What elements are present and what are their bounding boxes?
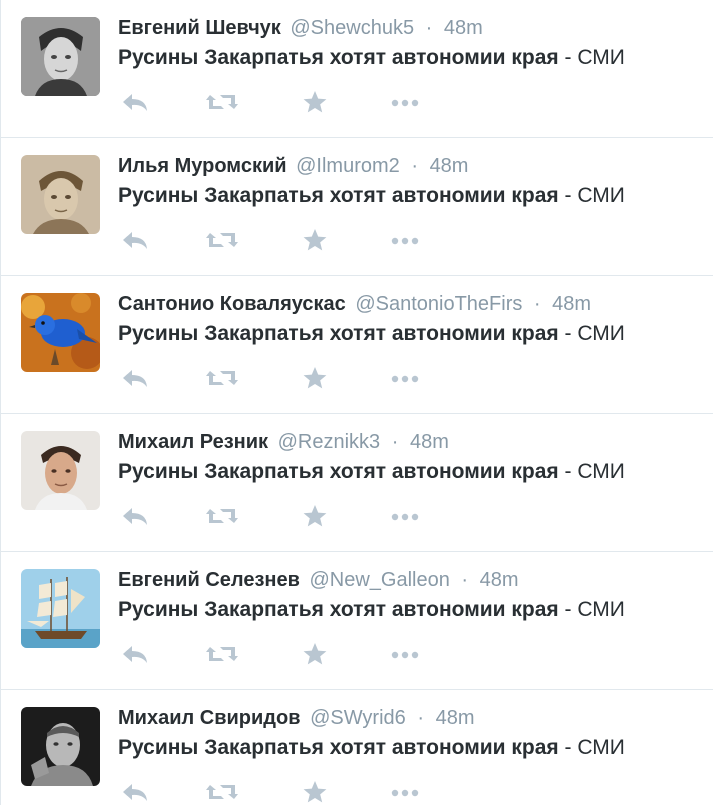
tweet-username[interactable]: @Shewchuk5 [290, 17, 414, 39]
tweet-text-bold: Русины Закарпатья хотят автономии края [118, 598, 559, 621]
more-options-icon[interactable] [389, 641, 423, 667]
avatar-sailing-ship-icon [21, 569, 100, 648]
favorite-star-icon[interactable] [301, 365, 329, 391]
avatar[interactable] [21, 707, 100, 786]
tweet-separator: · [417, 707, 425, 729]
reply-icon[interactable] [120, 227, 150, 253]
retweet-icon[interactable] [204, 89, 240, 115]
tweet-separator: · [391, 431, 399, 453]
tweet-username[interactable]: @New_Galleon [309, 569, 449, 591]
tweet-time[interactable]: 48m [444, 17, 483, 39]
tweet-text-bold: Русины Закарпатья хотят автономии края [118, 184, 559, 207]
tweet-text: Русины Закарпатья хотят автономии края -… [118, 182, 625, 210]
tweet[interactable]: Евгений Шевчук @Shewchuk5 · 48m Русины З… [1, 0, 713, 138]
tweet-header: Михаил Свиридов @SWyrid6 · 48m [118, 705, 474, 731]
tweet-text: Русины Закарпатья хотят автономии края -… [118, 734, 625, 762]
tweet-time[interactable]: 48m [552, 293, 591, 315]
retweet-icon[interactable] [204, 365, 240, 391]
reply-icon[interactable] [120, 641, 150, 667]
retweet-icon[interactable] [204, 641, 240, 667]
tweet-header: Сантонио Коваляускас @SantonioTheFirs · … [118, 291, 591, 317]
more-options-icon[interactable] [389, 89, 423, 115]
tweet-username[interactable]: @Reznikk3 [278, 431, 381, 453]
tweet-fullname[interactable]: Сантонио Коваляускас [118, 293, 346, 315]
tweet-text: Русины Закарпатья хотят автономии края -… [118, 44, 625, 72]
tweet[interactable]: Илья Муромский @Ilmurom2 · 48m Русины За… [1, 138, 713, 276]
favorite-star-icon[interactable] [301, 779, 329, 805]
tweet-username[interactable]: @SantonioTheFirs [355, 293, 522, 315]
more-options-icon[interactable] [389, 503, 423, 529]
tweet-actions [118, 503, 438, 529]
tweet-time[interactable]: 48m [436, 707, 475, 729]
tweet-time[interactable]: 48m [410, 431, 449, 453]
avatar-blue-bird-icon [21, 293, 100, 372]
tweet-text-rest: - СМИ [558, 598, 625, 621]
tweet-fullname[interactable]: Михаил Резник [118, 431, 268, 453]
avatar[interactable] [21, 155, 100, 234]
favorite-star-icon[interactable] [301, 89, 329, 115]
favorite-star-icon[interactable] [301, 641, 329, 667]
tweet-text-rest: - СМИ [558, 184, 625, 207]
tweet[interactable]: Евгений Селезнев @New_Galleon · 48m Руси… [1, 552, 713, 690]
avatar[interactable] [21, 17, 100, 96]
tweet-text-rest: - СМИ [558, 322, 625, 345]
tweet-header: Евгений Селезнев @New_Galleon · 48m [118, 567, 519, 593]
tweet-actions [118, 365, 438, 391]
tweet-text-bold: Русины Закарпатья хотят автономии края [118, 736, 559, 759]
tweet-actions [118, 779, 438, 805]
reply-icon[interactable] [120, 89, 150, 115]
reply-icon[interactable] [120, 503, 150, 529]
tweet-header: Михаил Резник @Reznikk3 · 48m [118, 429, 449, 455]
tweet-separator: · [461, 569, 469, 591]
tweet-header: Евгений Шевчук @Shewchuk5 · 48m [118, 15, 483, 41]
tweet-text: Русины Закарпатья хотят автономии края -… [118, 320, 625, 348]
reply-icon[interactable] [120, 365, 150, 391]
tweet[interactable]: Михаил Свиридов @SWyrid6 · 48m Русины За… [1, 690, 713, 805]
reply-icon[interactable] [120, 779, 150, 805]
tweet-time[interactable]: 48m [480, 569, 519, 591]
avatar[interactable] [21, 293, 100, 372]
tweet-fullname[interactable]: Евгений Селезнев [118, 569, 300, 591]
tweet-separator: · [411, 155, 418, 177]
tweet[interactable]: Михаил Резник @Reznikk3 · 48m Русины Зак… [1, 414, 713, 552]
tweet-text-bold: Русины Закарпатья хотят автономии края [118, 322, 559, 345]
tweet-actions [118, 641, 438, 667]
tweet-text-rest: - СМИ [558, 736, 625, 759]
avatar-portrait-bw-man-icon [21, 707, 100, 786]
tweet-fullname[interactable]: Илья Муромский [118, 155, 287, 177]
tweet[interactable]: Сантонио Коваляускас @SantonioTheFirs · … [1, 276, 713, 414]
tweet-text-bold: Русины Закарпатья хотят автономии края [118, 460, 559, 483]
more-options-icon[interactable] [389, 227, 423, 253]
tweet-actions [118, 227, 438, 253]
avatar-portrait-sketch-man-icon [21, 155, 100, 234]
tweet-text-rest: - СМИ [558, 460, 625, 483]
favorite-star-icon[interactable] [301, 503, 329, 529]
tweet-fullname[interactable]: Евгений Шевчук [118, 17, 281, 39]
tweet-text: Русины Закарпатья хотят автономии края -… [118, 458, 625, 486]
tweet-separator: · [425, 17, 433, 39]
avatar-portrait-man-icon [21, 431, 100, 510]
tweet-header: Илья Муромский @Ilmurom2 · 48m [118, 153, 468, 179]
retweet-icon[interactable] [204, 779, 240, 805]
tweet-separator: · [533, 293, 541, 315]
tweet-text-rest: - СМИ [558, 46, 625, 69]
avatar[interactable] [21, 431, 100, 510]
tweet-text-bold: Русины Закарпатья хотят автономии края [118, 46, 559, 69]
tweet-actions [118, 89, 438, 115]
avatar[interactable] [21, 569, 100, 648]
more-options-icon[interactable] [389, 365, 423, 391]
retweet-icon[interactable] [204, 503, 240, 529]
tweet-username[interactable]: @SWyrid6 [310, 707, 406, 729]
retweet-icon[interactable] [204, 227, 240, 253]
avatar-portrait-bw-young-man-icon [21, 17, 100, 96]
favorite-star-icon[interactable] [301, 227, 329, 253]
tweet-username[interactable]: @Ilmurom2 [296, 155, 400, 177]
tweet-text: Русины Закарпатья хотят автономии края -… [118, 596, 625, 624]
tweet-fullname[interactable]: Михаил Свиридов [118, 707, 301, 729]
more-options-icon[interactable] [389, 779, 423, 805]
tweet-time[interactable]: 48m [430, 155, 469, 177]
tweet-timeline: Евгений Шевчук @Shewchuk5 · 48m Русины З… [0, 0, 713, 805]
